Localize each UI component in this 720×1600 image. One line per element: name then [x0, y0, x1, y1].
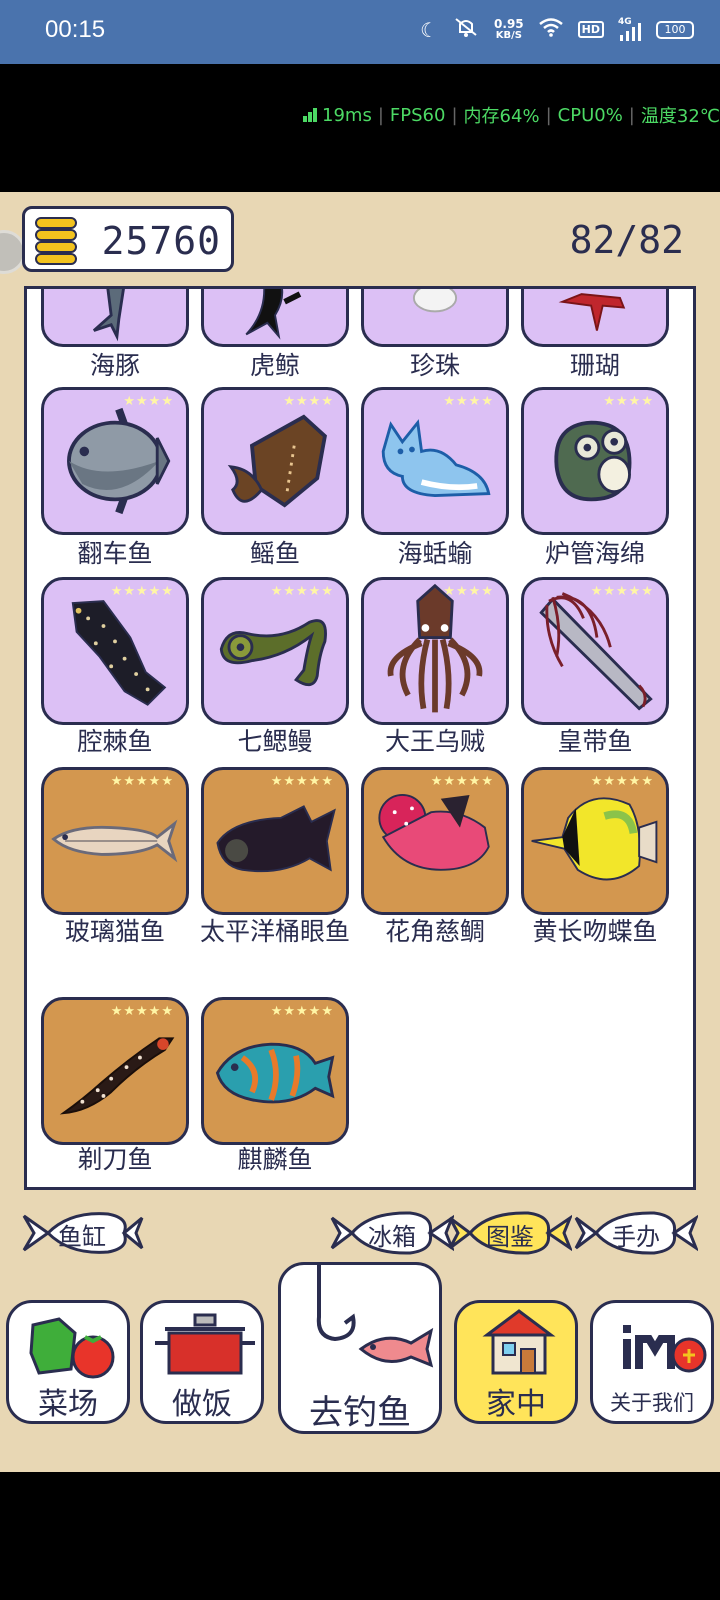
signal-icon: 4G — [618, 17, 642, 41]
ping-value: 19ms — [322, 104, 372, 126]
collection-panel[interactable]: 海豚 虎鲸 珍珠 珊瑚 ★★★★ 翻车鱼 ★★★★ 鳐鱼 ★★★★ 海蛞蝓 ★★… — [24, 286, 696, 1190]
status-bar: 00:15 ☾ 0.95 KB/S HD 4G 100 — [0, 0, 720, 64]
orca-icon — [245, 289, 302, 340]
fish-card-orca[interactable] — [201, 289, 349, 347]
fish-label: 花角慈鲷 — [384, 917, 485, 946]
fish-label: 皇带鱼 — [557, 727, 633, 756]
fish-card-oarfish[interactable]: ★★★★★ — [521, 577, 669, 725]
signal-bars-icon — [303, 108, 319, 122]
fish-card-sea-slug[interactable]: ★★★★ — [361, 387, 509, 535]
fish-card-flowerhorn[interactable]: ★★★★★ — [361, 767, 509, 915]
hd-badge: HD — [577, 21, 604, 38]
fish-card-pearl[interactable] — [361, 289, 509, 347]
sea-slug-icon — [381, 419, 491, 497]
glass-catfish-icon — [51, 819, 178, 863]
fish-card-sunfish[interactable]: ★★★★ — [41, 387, 189, 535]
tab-fridge[interactable]: 冰箱 — [330, 1208, 454, 1258]
clock: 00:15 — [45, 16, 106, 43]
network-speed: 0.95 KB/S — [494, 16, 524, 41]
pearl-icon — [412, 289, 458, 313]
fish-label: 海豚 — [89, 351, 140, 380]
temperature-value: 温度32℃ — [640, 106, 720, 127]
ray-icon — [227, 414, 327, 508]
fish-label: 七鳃鳗 — [237, 727, 313, 756]
battery-indicator: 100 — [656, 20, 694, 39]
nav-cooking[interactable]: 做饭 — [140, 1300, 264, 1424]
fish-card-barreleye[interactable]: ★★★★★ — [201, 767, 349, 915]
nav-about-us[interactable]: 关于我们 — [590, 1300, 714, 1424]
wifi-icon — [538, 17, 564, 42]
fish-label: 虎鲸 — [249, 351, 300, 380]
fish-label: 大王乌贼 — [384, 727, 485, 756]
fish-card-coelacanth[interactable]: ★★★★★ — [41, 577, 189, 725]
ghost-pipefish-icon — [59, 1037, 175, 1115]
fish-label: 翻车鱼 — [77, 539, 153, 568]
status-icons: ☾ 0.95 KB/S HD 4G 100 — [420, 16, 694, 43]
tab-fish-tank[interactable]: 鱼缸 — [20, 1208, 144, 1258]
fish-label: 珊瑚 — [569, 351, 620, 380]
fish-card-longnose-butterflyfish[interactable]: ★★★★★ — [521, 767, 669, 915]
memory-value: 内存64% — [463, 106, 540, 127]
fish-label: 海蛞蝓 — [397, 539, 473, 568]
fish-label: 剃刀鱼 — [77, 1145, 153, 1174]
cpu-value: CPU0% — [557, 104, 623, 126]
coin-stack-icon — [31, 213, 83, 269]
fish-label: 炉管海绵 — [544, 539, 645, 568]
coral-icon — [558, 293, 626, 331]
fish-label: 太平洋桶眼鱼 — [199, 917, 350, 946]
tube-sponge-icon — [554, 420, 632, 502]
fish-card-glass-catfish[interactable]: ★★★★★ — [41, 767, 189, 915]
fish-card-giant-squid[interactable]: ★★★★★ — [361, 577, 509, 725]
fish-card-mandarinfish[interactable]: ★★★★★ — [201, 997, 349, 1145]
fish-card-lamprey[interactable]: ★★★★★ — [201, 577, 349, 725]
collection-count: 82/82 — [569, 218, 684, 262]
nav-home[interactable]: 家中 — [454, 1300, 578, 1424]
fish-card-ghost-pipefish[interactable]: ★★★★★ — [41, 997, 189, 1145]
fish-card-coral[interactable] — [521, 289, 669, 347]
sunfish-icon — [67, 407, 171, 515]
barreleye-icon — [216, 805, 336, 873]
coin-value: 25760 — [101, 219, 221, 263]
longnose-butterflyfish-icon — [531, 797, 658, 881]
mute-icon — [452, 16, 480, 43]
tab-encyclopedia[interactable]: 图鉴 — [448, 1208, 572, 1258]
moon-icon: ☾ — [420, 17, 439, 42]
fish-label: 麒麟鱼 — [237, 1145, 313, 1174]
dolphin-icon — [92, 289, 125, 342]
coelacanth-icon — [71, 600, 167, 706]
fish-card-dolphin[interactable] — [41, 289, 189, 347]
coin-counter: 25760 — [22, 206, 234, 272]
fish-label: 鳐鱼 — [249, 539, 300, 568]
fish-card-ray[interactable]: ★★★★ — [201, 387, 349, 535]
fish-card-tube-sponge[interactable]: ★★★★ — [521, 387, 669, 535]
flowerhorn-icon — [378, 793, 490, 871]
mandarinfish-icon — [215, 1042, 335, 1104]
fish-label: 玻璃猫鱼 — [64, 917, 165, 946]
fish-label: 黄长吻蝶鱼 — [532, 917, 658, 946]
game-screen: 25760 82/82 海豚 虎鲸 珍珠 珊瑚 ★★★★ 翻车鱼 ★★★★ 鳐鱼… — [0, 192, 720, 1472]
fish-label: 珍珠 — [409, 351, 460, 380]
tab-figurines[interactable]: 手办 — [574, 1208, 698, 1258]
lamprey-icon — [219, 619, 327, 687]
oarfish-icon — [539, 592, 653, 711]
nav-go-fishing[interactable]: 去钓鱼 — [278, 1262, 442, 1434]
giant-squid-icon — [387, 583, 483, 713]
fish-label: 腔棘鱼 — [77, 727, 153, 756]
fps-value: FPS60 — [389, 104, 446, 126]
performance-overlay: 19ms | FPS60 | 内存64% | CPU0% | 温度32℃ — [303, 100, 720, 130]
nav-market[interactable]: 菜场 — [6, 1300, 130, 1424]
